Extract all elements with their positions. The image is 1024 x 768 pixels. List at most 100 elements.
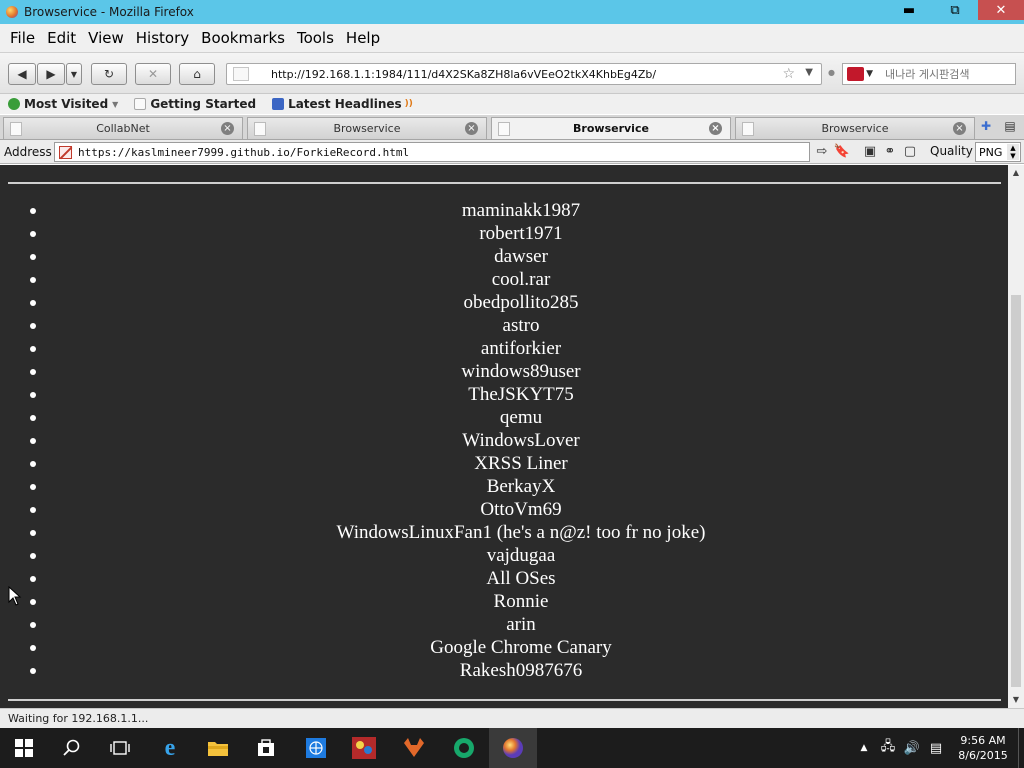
firefox-icon: [503, 738, 523, 758]
bookmark-getting-started[interactable]: Getting Started: [134, 97, 256, 111]
internet-explorer-button[interactable]: e: [146, 728, 194, 768]
menu-file[interactable]: File: [4, 29, 41, 47]
clock[interactable]: 9:56 AM 8/6/2015: [948, 733, 1018, 763]
binoculars-icon[interactable]: ⚭: [880, 143, 900, 161]
search-button[interactable]: [48, 728, 96, 768]
notifications-icon[interactable]: ▤: [924, 741, 948, 756]
tab-label: Browservice: [333, 122, 401, 135]
mouse-cursor-icon: [8, 586, 22, 606]
bookmarks-toolbar: Most Visited ▼ Getting Started Latest He…: [0, 94, 1024, 114]
page-content: maminakk1987 robert1971 dawser cool.rar obed…: [0, 165, 1008, 708]
list-item: antiforkier: [0, 337, 1008, 360]
bookmark-icon[interactable]: 🔖: [832, 143, 852, 161]
quality-value: PNG: [979, 145, 1003, 159]
spinner-icon[interactable]: ▲ ▼: [1007, 144, 1019, 160]
firefox-taskbar-button[interactable]: [489, 728, 537, 768]
circle-app-icon: [454, 738, 474, 758]
reload-button[interactable]: ↻: [91, 63, 127, 85]
maximize-button[interactable]: ⧉: [932, 0, 978, 20]
list-item: Rakesh0987676: [0, 659, 1008, 682]
close-button[interactable]: ✕: [978, 0, 1024, 20]
menu-bar: File Edit View History Bookmarks Tools H…: [0, 24, 1024, 52]
list-item: vajdugaa: [0, 544, 1008, 567]
scroll-up-icon[interactable]: ▲: [1008, 165, 1024, 181]
bottom-divider: [8, 699, 1001, 701]
stop-button[interactable]: ✕: [135, 63, 171, 85]
close-icon: ✕: [995, 2, 1007, 18]
quality-select[interactable]: PNG ▲ ▼: [975, 142, 1021, 162]
network-app-button[interactable]: [292, 728, 340, 768]
menu-tools[interactable]: Tools: [291, 29, 340, 47]
search-engine-icon[interactable]: [847, 67, 865, 81]
tab-browservice-active[interactable]: Browservice ×: [491, 117, 731, 139]
chevron-down-icon: ▼: [112, 99, 119, 109]
volume-icon[interactable]: 🔊: [900, 741, 924, 756]
search-box[interactable]: ▼: [842, 63, 1016, 85]
page-icon: [742, 121, 754, 136]
url-dropdown-icon[interactable]: ▼: [805, 67, 813, 78]
address-label: Address: [4, 144, 52, 159]
tab-browservice-1[interactable]: Browservice ×: [247, 117, 487, 139]
history-dropdown-button[interactable]: ▼: [66, 63, 82, 85]
list-item: BerkayX: [0, 475, 1008, 498]
task-view-button[interactable]: [96, 728, 144, 768]
go-arrow-icon[interactable]: ⇨: [812, 143, 832, 161]
bookmark-latest-headlines[interactable]: Latest Headlines )): [272, 97, 413, 111]
search-input[interactable]: [885, 67, 1015, 81]
paint-app-button[interactable]: [340, 728, 388, 768]
chevron-down-icon[interactable]: ▼: [866, 69, 873, 79]
show-desktop-button[interactable]: [1018, 728, 1024, 768]
list-item: Ronnie: [0, 590, 1008, 613]
address-toolbar: Address ⇨ 🔖 ▣ ⚭ ▢ Quality PNG ▲▼: [0, 140, 1024, 164]
edge-button[interactable]: [440, 728, 488, 768]
address-input[interactable]: [78, 145, 798, 159]
clock-time: 9:56 AM: [960, 734, 1006, 747]
bookmark-most-visited[interactable]: Most Visited ▼: [8, 97, 118, 111]
close-tab-icon[interactable]: ×: [709, 122, 722, 135]
address-field[interactable]: [54, 142, 810, 162]
page-icon: [254, 121, 266, 136]
clipboard-icon[interactable]: ▢: [900, 143, 920, 161]
tab-list-icon[interactable]: ▤: [1000, 119, 1020, 137]
scroll-down-icon[interactable]: ▼: [1008, 692, 1024, 708]
list-item: obedpollito285: [0, 291, 1008, 314]
url-input[interactable]: [271, 67, 751, 81]
store-button[interactable]: [242, 728, 290, 768]
menu-edit[interactable]: Edit: [41, 29, 82, 47]
store-icon: [258, 739, 274, 756]
vertical-scrollbar[interactable]: ▲ ▼: [1008, 165, 1024, 708]
close-tab-icon[interactable]: ×: [465, 122, 478, 135]
tab-collabnet[interactable]: CollabNet ×: [3, 117, 243, 139]
close-tab-icon[interactable]: ×: [221, 122, 234, 135]
menu-help[interactable]: Help: [340, 29, 386, 47]
network-icon[interactable]: 🖧: [876, 737, 900, 759]
page-icon: [233, 67, 249, 81]
home-button[interactable]: ⌂: [179, 63, 215, 85]
menu-view[interactable]: View: [82, 29, 130, 47]
list-item: maminakk1987: [0, 199, 1008, 222]
rss-feed-icon: [272, 98, 285, 110]
menu-bookmarks[interactable]: Bookmarks: [195, 29, 291, 47]
insecure-icon: [59, 145, 72, 159]
list-item: All OSes: [0, 567, 1008, 590]
scroll-thumb[interactable]: [1011, 295, 1021, 687]
forward-button[interactable]: ▶: [37, 63, 65, 85]
list-item: qemu: [0, 406, 1008, 429]
tab-browservice-3[interactable]: Browservice ×: [735, 117, 975, 139]
fox-icon: [404, 738, 424, 757]
minimize-button[interactable]: ▬: [886, 0, 932, 20]
file-explorer-button[interactable]: [194, 728, 242, 768]
list-item: robert1971: [0, 222, 1008, 245]
url-bar[interactable]: ☆ ▼: [226, 63, 822, 85]
start-button[interactable]: [0, 728, 48, 768]
menu-history[interactable]: History: [130, 29, 195, 47]
gitlab-button[interactable]: [390, 728, 438, 768]
new-tab-icon[interactable]: ✚: [978, 119, 994, 137]
windows-logo-icon: [15, 739, 33, 757]
list-item: dawser: [0, 245, 1008, 268]
show-hidden-icons-icon[interactable]: ▲: [852, 743, 876, 753]
find-icon[interactable]: ▣: [860, 143, 880, 161]
bookmark-star-icon[interactable]: ☆: [782, 66, 795, 82]
back-button[interactable]: ◀: [8, 63, 36, 85]
close-tab-icon[interactable]: ×: [953, 122, 966, 135]
